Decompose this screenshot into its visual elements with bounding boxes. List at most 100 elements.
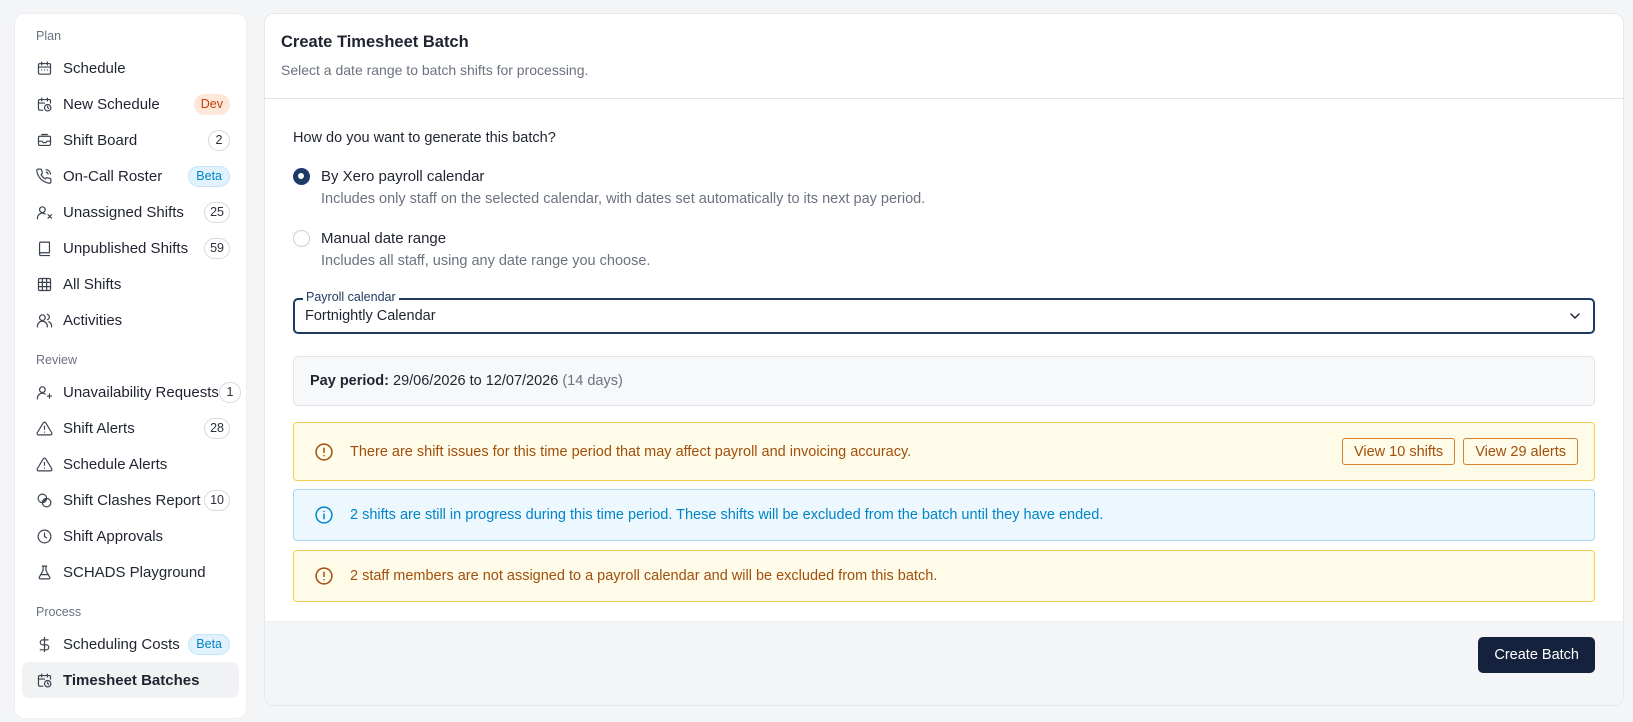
- sidebar-item-label: All Shifts: [63, 275, 122, 293]
- sidebar-section-label: Plan: [36, 29, 62, 43]
- count-badge: 59: [204, 237, 230, 259]
- book-icon: [36, 240, 53, 257]
- sidebar-item-label: Shift Approvals: [63, 527, 164, 545]
- user-x-icon: [36, 204, 53, 221]
- shift-issues-text: There are shift issues for this time per…: [350, 443, 912, 460]
- shift-issues-alert: There are shift issues for this time per…: [293, 422, 1595, 481]
- page-subtitle: Select a date range to batch shifts for …: [281, 62, 589, 78]
- page-title: Create Timesheet Batch: [281, 33, 469, 51]
- sidebar-item-unpublished-shifts[interactable]: Unpublished Shifts 59: [22, 230, 239, 266]
- user-plus-icon: [36, 384, 53, 401]
- flask-icon: [36, 564, 53, 581]
- pay-period-end: 12/07/2026: [485, 373, 559, 389]
- inbox-icon: [36, 132, 53, 149]
- page-header: Create Timesheet Batch Select a date ran…: [265, 14, 1623, 99]
- info-circle-icon: [314, 505, 334, 525]
- sidebar-item-label: Shift Clashes Report: [63, 491, 201, 509]
- sidebar-item-unassigned-shifts[interactable]: Unassigned Shifts 25: [22, 194, 239, 230]
- payroll-calendar-value: Fortnightly Calendar: [305, 308, 436, 324]
- calendar-clock-icon: [36, 672, 53, 689]
- pay-period-start: 29/06/2026: [393, 373, 466, 389]
- calendar-clock-icon: [36, 96, 53, 113]
- phone-icon: [36, 168, 53, 185]
- sidebar-item-label: Unpublished Shifts: [63, 239, 189, 257]
- manual-range-description: Includes all staff, using any date range…: [321, 253, 651, 269]
- overlap-icon: [36, 492, 53, 509]
- xero-calendar-description: Includes only staff on the selected cale…: [321, 191, 926, 207]
- warning-triangle-icon: [36, 420, 53, 437]
- in-progress-text: 2 shifts are still in progress during th…: [350, 507, 1104, 523]
- manual-range-label: Manual date range: [321, 230, 447, 247]
- users-icon: [36, 312, 53, 329]
- pay-period-label: Pay period:: [310, 373, 389, 389]
- sidebar-item-label: Unavailability Requests: [63, 383, 219, 401]
- generation-method-question: How do you want to generate this batch?: [293, 130, 556, 146]
- status-badge: Beta: [188, 633, 230, 655]
- count-badge: 2: [208, 129, 230, 151]
- warning-triangle-icon: [36, 456, 53, 473]
- sidebar-item-label: Schedule: [63, 59, 126, 77]
- sidebar-item-new-schedule[interactable]: New Schedule Dev: [22, 86, 239, 122]
- form-footer: Create Batch: [265, 621, 1623, 705]
- count-badge: 10: [204, 489, 230, 511]
- clock-icon: [36, 528, 53, 545]
- calendar-icon: [36, 60, 53, 77]
- sidebar-item-activities[interactable]: Activities: [22, 302, 239, 338]
- sidebar-item-label: Shift Board: [63, 131, 138, 149]
- in-progress-alert: 2 shifts are still in progress during th…: [293, 489, 1595, 541]
- view-alerts-button[interactable]: View 29 alerts: [1463, 438, 1578, 465]
- pay-period-summary: Pay period: 29/06/2026 to 12/07/2026 (14…: [293, 356, 1595, 406]
- sidebar-item-shift-board[interactable]: Shift Board 2: [22, 122, 239, 158]
- unassigned-staff-text: 2 staff members are not assigned to a pa…: [350, 568, 938, 584]
- chevron-down-icon: [1567, 308, 1583, 324]
- alert-circle-icon: [314, 566, 334, 586]
- alert-circle-icon: [314, 442, 334, 462]
- option-xero-calendar[interactable]: By Xero payroll calendar Includes only s…: [293, 168, 1595, 207]
- sidebar-item-shift-alerts[interactable]: Shift Alerts 28: [22, 410, 239, 446]
- sidebar-item-label: Schedule Alerts: [63, 455, 168, 473]
- count-badge: 25: [204, 201, 230, 223]
- sidebar-section-label: Review: [36, 353, 77, 367]
- payroll-calendar-select[interactable]: Payroll calendar Fortnightly Calendar: [293, 290, 1595, 334]
- payroll-calendar-label: Payroll calendar: [303, 290, 399, 304]
- pay-period-duration: (14 days): [562, 373, 623, 389]
- view-shifts-button[interactable]: View 10 shifts: [1341, 438, 1456, 465]
- manual-range-radio[interactable]: [293, 230, 310, 247]
- count-badge: 1: [218, 381, 241, 403]
- sidebar-item-label: Unassigned Shifts: [63, 203, 184, 221]
- option-manual-range[interactable]: Manual date range Includes all staff, us…: [293, 230, 1595, 269]
- main-panel: Create Timesheet Batch Select a date ran…: [264, 13, 1624, 706]
- xero-calendar-label: By Xero payroll calendar: [321, 168, 485, 185]
- sidebar-item-label: New Schedule: [63, 95, 160, 113]
- sidebar-item-all-shifts[interactable]: All Shifts: [22, 266, 239, 302]
- sidebar-item-schedule-alerts[interactable]: Schedule Alerts: [22, 446, 239, 482]
- table-icon: [36, 276, 53, 293]
- sidebar-item-scheduling-costs[interactable]: Scheduling Costs Beta: [22, 626, 239, 662]
- sidebar-item-shift-clashes-report[interactable]: Shift Clashes Report 10: [22, 482, 239, 518]
- sidebar-section-label: Process: [36, 605, 82, 619]
- sidebar-item-label: On-Call Roster: [63, 167, 163, 185]
- sidebar-item-shift-approvals[interactable]: Shift Approvals: [22, 518, 239, 554]
- unassigned-staff-alert: 2 staff members are not assigned to a pa…: [293, 550, 1595, 602]
- xero-calendar-radio[interactable]: [293, 168, 310, 185]
- dollar-icon: [36, 636, 53, 653]
- form-body: How do you want to generate this batch? …: [265, 130, 1623, 602]
- sidebar-item-label: Activities: [63, 311, 123, 329]
- sidebar-item-label: SCHADS Playground: [63, 563, 206, 581]
- sidebar-item-schedule[interactable]: Schedule: [22, 50, 239, 86]
- pay-period-to: to: [469, 373, 482, 389]
- status-badge: Beta: [188, 165, 230, 187]
- sidebar-item-unavailability-requests[interactable]: Unavailability Requests 1: [22, 374, 241, 410]
- create-batch-button[interactable]: Create Batch: [1478, 637, 1595, 673]
- sidebar-item-label: Shift Alerts: [63, 419, 135, 437]
- sidebar-item-schads-playground[interactable]: SCHADS Playground: [22, 554, 239, 590]
- sidebar-item-on-call-roster[interactable]: On-Call Roster Beta: [22, 158, 239, 194]
- sidebar-item-timesheet-batches[interactable]: Timesheet Batches: [22, 662, 239, 698]
- sidebar-item-label: Timesheet Batches: [63, 671, 200, 689]
- count-badge: 28: [204, 417, 230, 439]
- sidebar-item-label: Scheduling Costs: [63, 635, 180, 653]
- status-badge: Dev: [193, 93, 230, 115]
- sidebar: Plan Schedule New Schedule Dev Shift Board 2 O…: [14, 13, 247, 719]
